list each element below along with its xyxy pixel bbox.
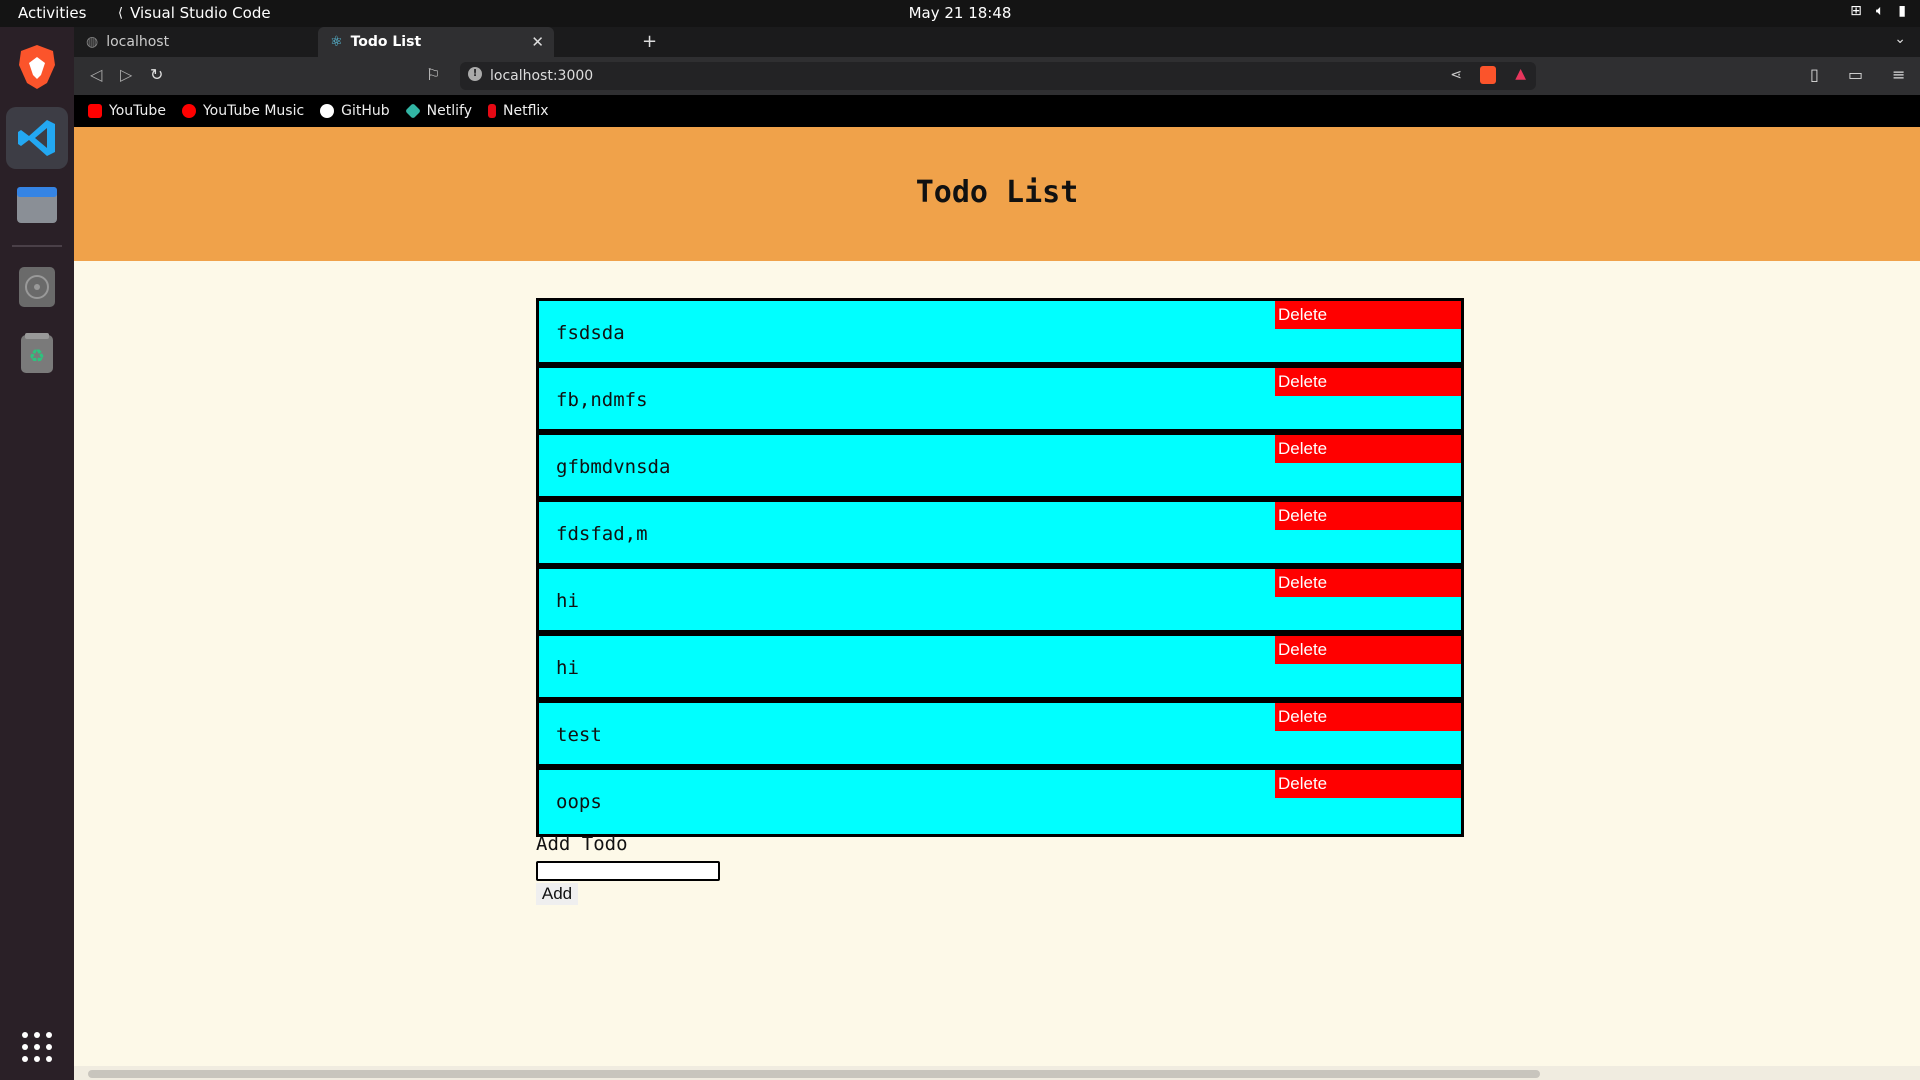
app-header: Todo List	[74, 127, 1920, 261]
folder-icon	[17, 187, 57, 223]
add-todo-input[interactable]	[536, 861, 720, 881]
delete-button[interactable]: Delete	[1275, 703, 1461, 731]
youtube-icon	[88, 104, 102, 118]
trash-icon: ♻	[21, 333, 53, 373]
bookmark-label: Netflix	[503, 103, 549, 119]
brave-lion-icon	[19, 45, 55, 89]
todo-text: hi	[556, 590, 579, 612]
browser-tab-bar: ◍ localhost ⚛ Todo List ✕ + ⌄	[74, 27, 1920, 57]
delete-button[interactable]: Delete	[1275, 301, 1461, 329]
todo-item: gfbmdvnsda Delete	[539, 435, 1461, 502]
bookmark-github[interactable]: GitHub	[320, 103, 390, 119]
page-viewport: Todo List fsdsda Delete fb,ndmfs Delete …	[74, 127, 1920, 1080]
svg-text:♻: ♻	[29, 346, 45, 367]
bookmark-youtube[interactable]: YouTube	[88, 103, 166, 119]
page-title: Todo List	[915, 175, 1079, 210]
tab-label: localhost	[106, 34, 170, 50]
bookmark-label: YouTube	[109, 103, 166, 119]
bookmark-label: YouTube Music	[202, 103, 305, 119]
todo-text: gfbmdvnsda	[556, 456, 671, 478]
share-icon[interactable]: ⋖	[1450, 67, 1462, 83]
clock[interactable]: May 21 18:48	[0, 4, 1920, 22]
menu-icon[interactable]: ≡	[1892, 65, 1905, 84]
system-tray[interactable]: ⊞ 🔈︎ ▮	[1850, 3, 1906, 19]
netflix-icon	[488, 104, 496, 118]
tab-localhost[interactable]: ◍ localhost	[74, 27, 316, 57]
chevron-down-icon[interactable]: ⌄	[1894, 31, 1906, 47]
forward-button[interactable]: ▷	[120, 65, 132, 84]
vscode-icon	[18, 120, 55, 156]
todo-text: fsdsda	[556, 322, 625, 344]
bookmark-label: GitHub	[341, 103, 390, 119]
address-bar[interactable]: ! localhost:3000 ⋖ ▲	[460, 62, 1536, 90]
brave-rewards-icon[interactable]: ▲	[1515, 66, 1526, 82]
todo-text: oops	[556, 791, 602, 813]
delete-button[interactable]: Delete	[1275, 368, 1461, 396]
dock-disc[interactable]	[7, 257, 67, 317]
site-info-icon[interactable]: !	[468, 67, 482, 81]
new-tab-button[interactable]: +	[642, 31, 657, 52]
todo-item: hi Delete	[539, 636, 1461, 703]
app-grid-icon	[22, 1032, 52, 1062]
todo-item: oops Delete	[539, 770, 1461, 834]
bookmarks-bar: YouTube YouTube Music GitHub Netlify Net…	[74, 95, 1920, 127]
brave-shields-icon[interactable]	[1480, 66, 1496, 84]
bookmark-icon[interactable]: ⚐	[426, 65, 440, 84]
browser-toolbar: ◁ ▷ ↻ ⚐ ! localhost:3000 ⋖ ▲ ▯ ▭ ≡	[74, 57, 1920, 95]
tab-label: Todo List	[350, 34, 422, 50]
dock-trash[interactable]: ♻	[7, 323, 67, 383]
scrollbar-thumb[interactable]	[88, 1070, 1540, 1078]
sidebar-toggle-icon[interactable]: ▯	[1810, 65, 1819, 84]
close-tab-icon[interactable]: ✕	[531, 33, 544, 51]
todo-text: test	[556, 724, 602, 746]
todo-text: fdsfad,m	[556, 523, 648, 545]
reload-button[interactable]: ↻	[150, 65, 163, 84]
todo-item: fdsfad,m Delete	[539, 502, 1461, 569]
add-button[interactable]: Add	[536, 883, 578, 905]
url-text: localhost:3000	[490, 68, 594, 84]
todo-item: hi Delete	[539, 569, 1461, 636]
globe-icon: ◍	[86, 34, 99, 50]
todo-list: fsdsda Delete fb,ndmfs Delete gfbmdvnsda…	[536, 298, 1464, 837]
back-button[interactable]: ◁	[90, 65, 102, 84]
react-icon: ⚛	[330, 34, 343, 50]
disc-icon	[19, 267, 55, 307]
dock-vscode[interactable]	[6, 107, 68, 169]
delete-button[interactable]: Delete	[1275, 569, 1461, 597]
bookmark-netlify[interactable]: Netlify	[404, 103, 472, 119]
dock-files[interactable]	[7, 175, 67, 235]
youtube-music-icon	[181, 104, 196, 118]
todo-text: fb,ndmfs	[556, 389, 648, 411]
dock: ♻	[0, 27, 74, 1080]
netlify-icon	[404, 103, 421, 119]
bookmark-youtube-music[interactable]: YouTube Music	[181, 103, 305, 119]
add-todo-label: Add Todo	[536, 833, 628, 855]
github-icon	[320, 104, 335, 118]
delete-button[interactable]: Delete	[1275, 636, 1461, 664]
bookmark-netflix[interactable]: Netflix	[488, 103, 549, 119]
volume-icon: 🔈︎	[1875, 3, 1885, 19]
tab-todo-list[interactable]: ⚛ Todo List ✕	[318, 27, 554, 57]
todo-item: fsdsda Delete	[539, 301, 1461, 368]
delete-button[interactable]: Delete	[1275, 435, 1461, 463]
delete-button[interactable]: Delete	[1275, 770, 1461, 798]
show-applications-button[interactable]	[7, 1017, 67, 1077]
delete-button[interactable]: Delete	[1275, 502, 1461, 530]
wallet-icon[interactable]: ▭	[1848, 65, 1863, 84]
network-icon: ⊞	[1850, 3, 1862, 19]
todo-item: fb,ndmfs Delete	[539, 368, 1461, 435]
battery-icon: ▮	[1898, 3, 1906, 19]
dock-separator	[12, 245, 62, 247]
dock-brave-browser[interactable]	[7, 37, 67, 97]
todo-text: hi	[556, 657, 579, 679]
system-top-bar: Activities ⟨ Visual Studio Code May 21 1…	[0, 0, 1920, 27]
horizontal-scrollbar[interactable]	[74, 1066, 1920, 1080]
todo-item: test Delete	[539, 703, 1461, 770]
bookmark-label: Netlify	[426, 103, 472, 119]
